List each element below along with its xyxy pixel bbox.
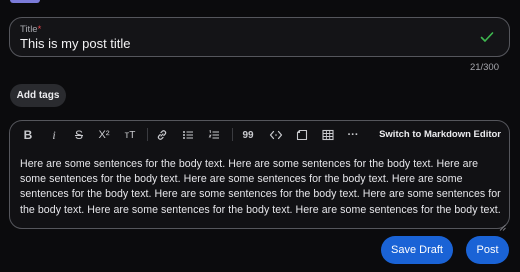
strikethrough-icon[interactable]: S [73,127,85,143]
heading-icon[interactable]: ᴛT [122,127,138,143]
switch-to-markdown-button[interactable]: Switch to Markdown Editor [379,129,501,140]
code-block-icon[interactable] [295,127,309,143]
italic-icon[interactable]: i [48,127,60,143]
post-button[interactable]: Post [466,236,509,264]
superscript-icon[interactable]: X² [96,127,112,143]
code-icon[interactable] [268,127,284,143]
required-mark: * [37,24,42,35]
editor-toolbar: B i S X² ᴛT 99 ··· Switch to Markdown Ed… [10,121,509,148]
check-icon [479,29,495,45]
numbered-list-icon[interactable] [207,127,221,143]
add-tags-button[interactable]: Add tags [10,84,66,107]
save-draft-button[interactable]: Save Draft [381,236,453,264]
body-editor: B i S X² ᴛT 99 ··· Switch to Markdown Ed… [9,120,510,231]
bullet-list-icon[interactable] [181,127,195,143]
link-icon[interactable] [155,127,169,143]
title-label: Title* [20,24,41,35]
body-textarea[interactable]: Here are some sentences for the body tex… [20,157,502,218]
title-input[interactable]: This is my post title [20,36,131,51]
table-icon[interactable] [321,127,335,143]
quote-icon[interactable]: 99 [241,127,255,143]
title-char-count: 21/300 [469,62,499,73]
bold-icon[interactable]: B [22,127,34,143]
title-label-text: Title [20,24,38,35]
more-icon[interactable]: ··· [345,127,361,143]
post-composer: Title* This is my post title 21/300 Add … [0,0,520,272]
toolbar-divider [147,128,148,141]
tab-indicator [10,0,40,3]
resize-handle-icon[interactable] [499,218,506,231]
toolbar-divider [232,128,233,141]
title-field[interactable]: Title* This is my post title [9,17,510,57]
